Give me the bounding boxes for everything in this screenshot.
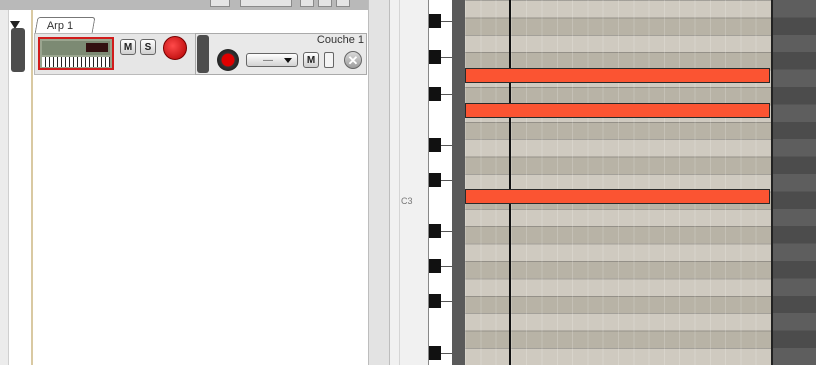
black-key[interactable] (429, 259, 441, 273)
instrument-keys (42, 57, 110, 67)
instrument-display (86, 43, 108, 52)
close-icon[interactable]: ✕ (344, 51, 362, 69)
black-key[interactable] (429, 50, 441, 64)
track-tab[interactable]: Arp 1 (34, 17, 96, 34)
grid-outside-loop[interactable] (773, 0, 816, 365)
piano-keyboard[interactable] (428, 0, 453, 365)
panel-splitter[interactable] (368, 0, 390, 365)
black-key[interactable] (429, 87, 441, 101)
layer-level-bar[interactable] (324, 52, 334, 68)
layer-record-icon[interactable] (217, 49, 239, 71)
toolbar-strip (0, 0, 368, 10)
track-drag-handle[interactable] (11, 28, 25, 72)
track-solo-button[interactable]: S (140, 39, 156, 55)
black-key[interactable] (429, 294, 441, 308)
black-key[interactable] (429, 138, 441, 152)
pitch-label: C3 (401, 196, 413, 206)
dropdown-arrow-icon (284, 58, 292, 63)
keyboard-instrument-icon[interactable] (38, 37, 114, 70)
track-divider (31, 10, 33, 365)
toolbar-button-partial[interactable] (300, 0, 314, 7)
black-key[interactable] (429, 14, 441, 28)
layer-label: Couche 1 (316, 34, 364, 46)
midi-note[interactable] (465, 68, 770, 83)
toolbar-button-partial[interactable] (210, 0, 230, 7)
bar-line (509, 0, 511, 365)
pitch-ruler (390, 0, 428, 365)
midi-note[interactable] (465, 103, 770, 118)
midi-note[interactable] (465, 189, 770, 204)
black-key[interactable] (429, 346, 441, 360)
track-list-panel: Arp 1 M S Couche 1 — M ✕ (0, 0, 368, 365)
grid-edge (452, 0, 465, 365)
toolbar-field-partial[interactable] (240, 0, 292, 7)
black-key[interactable] (429, 224, 441, 238)
toolbar-button-partial[interactable] (336, 0, 350, 7)
track-mute-button[interactable]: M (120, 39, 136, 55)
ruler-divider (399, 0, 400, 365)
layer-mute-button[interactable]: M (303, 52, 319, 68)
record-icon[interactable] (163, 36, 187, 60)
toolbar-button-partial[interactable] (318, 0, 332, 7)
layer-drag-handle[interactable] (197, 35, 209, 73)
track-gutter (0, 10, 9, 365)
black-key[interactable] (429, 173, 441, 187)
